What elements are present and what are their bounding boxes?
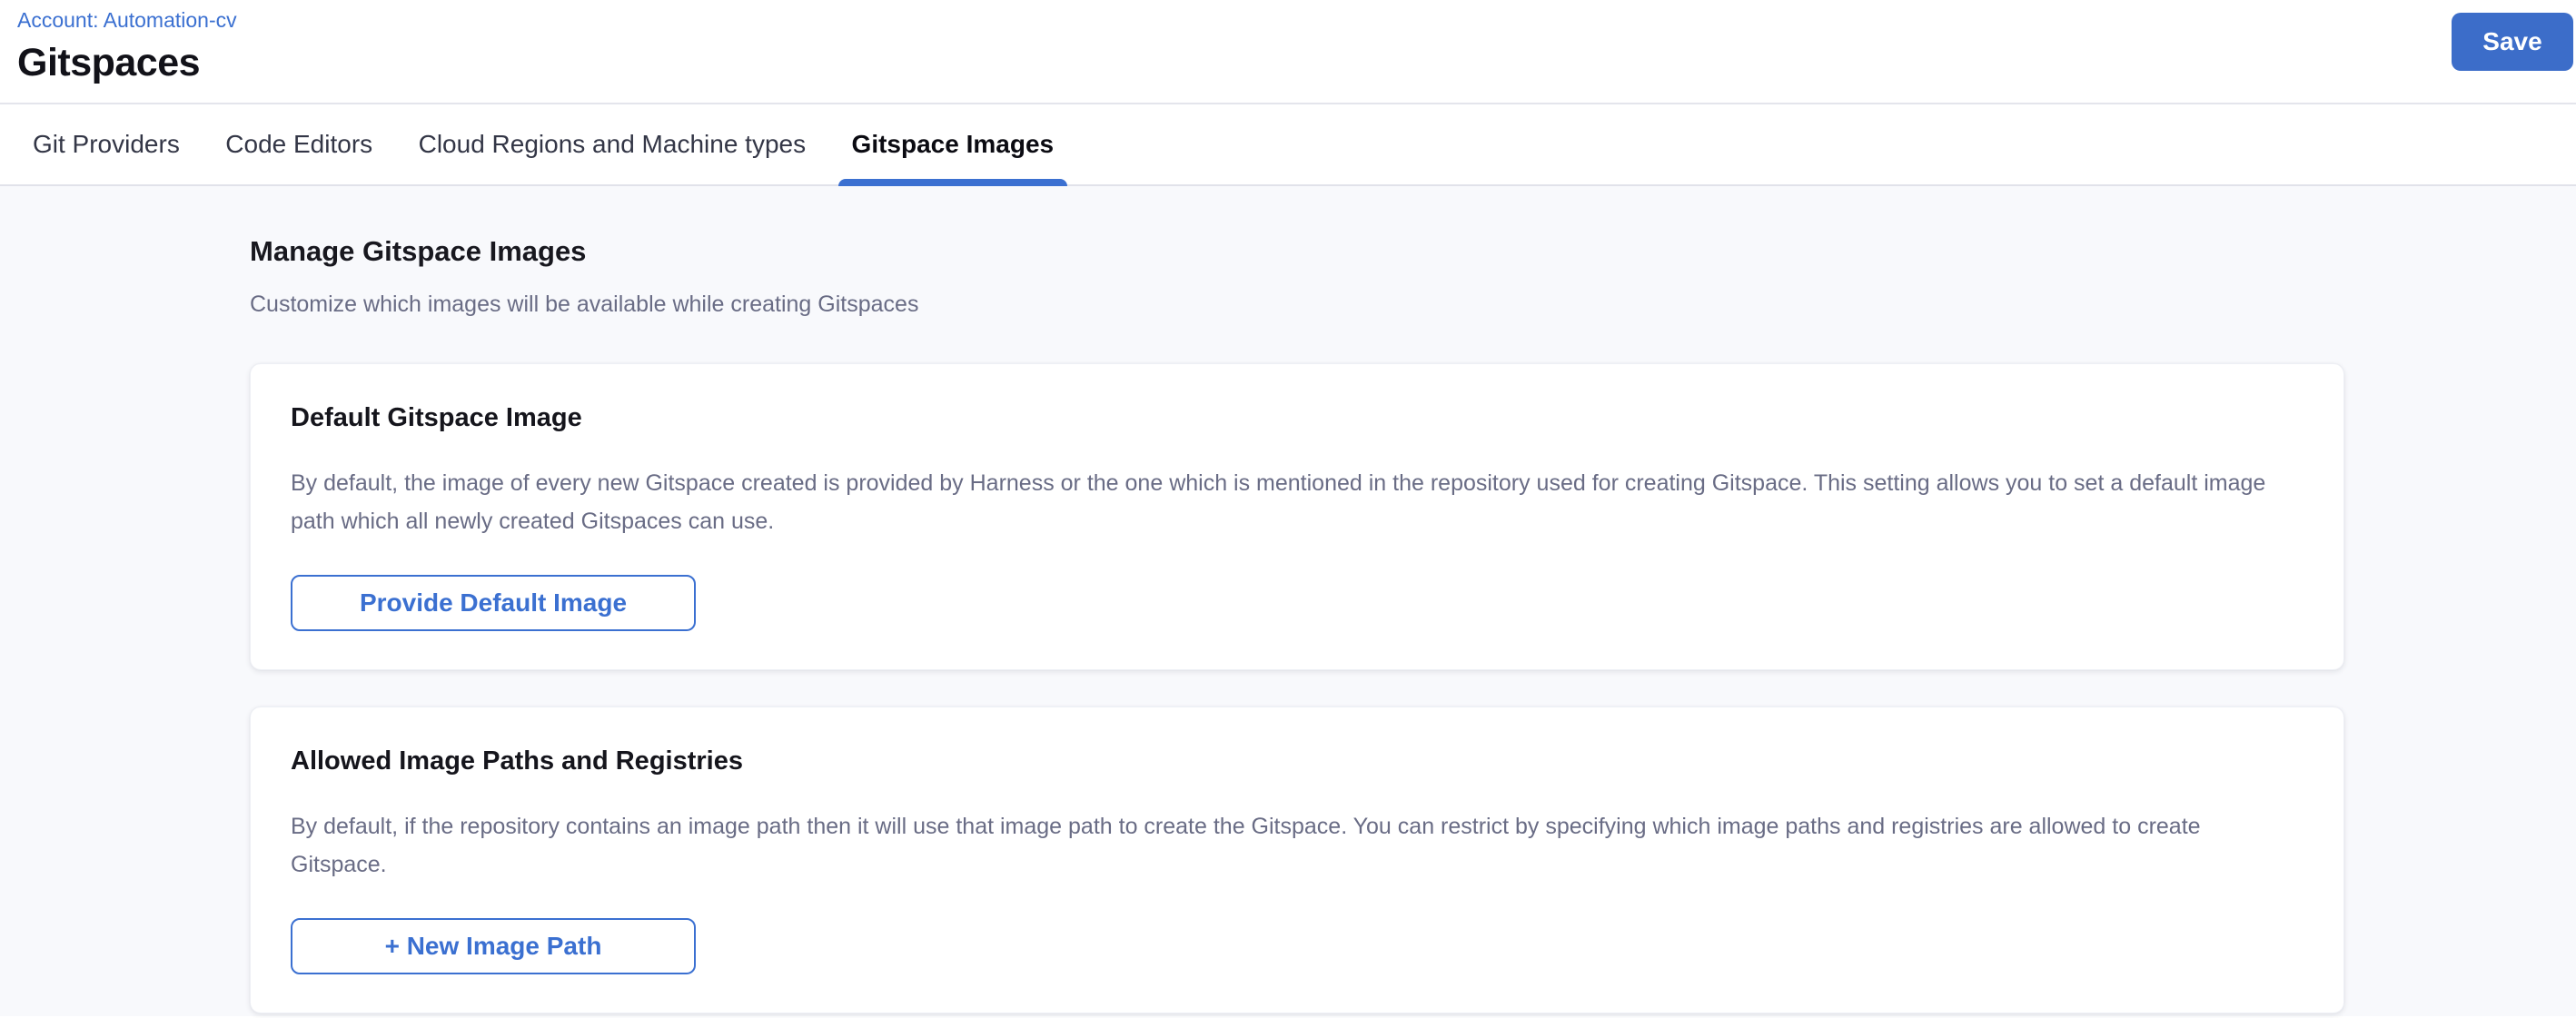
card-description-default-gitspace-image: By default, the image of every new Gitsp… <box>291 464 2280 540</box>
content-area: Manage Gitspace Images Customize which i… <box>0 186 2576 1016</box>
page-header: Account: Automation-cv Gitspaces Save <box>0 0 2576 103</box>
tab-cloud-regions-and-machine-types[interactable]: Cloud Regions and Machine types <box>405 104 819 184</box>
tab-git-providers[interactable]: Git Providers <box>19 104 193 184</box>
save-button[interactable]: Save <box>2452 13 2573 71</box>
allowed-image-paths-card: Allowed Image Paths and Registries By de… <box>250 707 2344 1013</box>
page-title: Gitspaces <box>17 40 2576 85</box>
tab-gitspace-images[interactable]: Gitspace Images <box>838 104 1068 184</box>
account-breadcrumb-link[interactable]: Account: Automation-cv <box>17 7 237 33</box>
card-description-allowed-image-paths: By default, if the repository contains a… <box>291 807 2280 884</box>
section-heading: Manage Gitspace Images <box>250 235 2576 268</box>
default-gitspace-image-card: Default Gitspace Image By default, the i… <box>250 363 2344 670</box>
provide-default-image-button[interactable]: Provide Default Image <box>291 575 696 631</box>
card-title-allowed-image-paths: Allowed Image Paths and Registries <box>291 746 2304 776</box>
section-subheading: Customize which images will be available… <box>250 292 2576 318</box>
tab-code-editors[interactable]: Code Editors <box>212 104 386 184</box>
settings-tabbar: Git Providers Code Editors Cloud Regions… <box>0 103 2576 186</box>
new-image-path-button[interactable]: + New Image Path <box>291 918 696 974</box>
card-title-default-gitspace-image: Default Gitspace Image <box>291 402 2304 433</box>
